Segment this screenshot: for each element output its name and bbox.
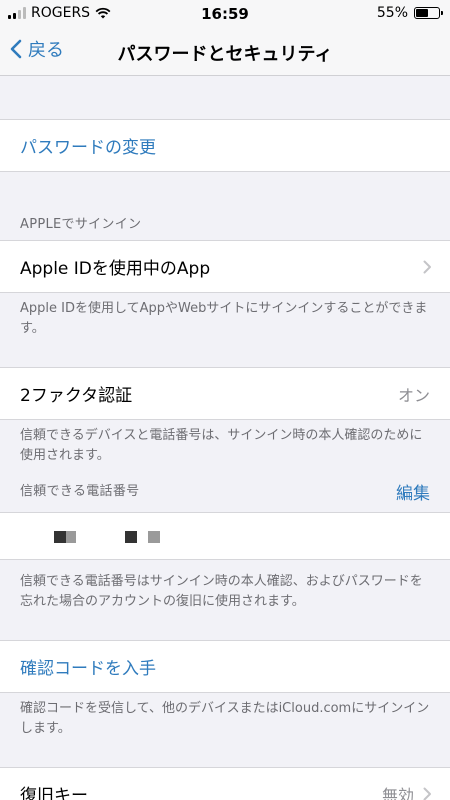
edit-button[interactable]: 編集 (396, 479, 430, 504)
recovery-key-row[interactable]: 復旧キー 無効 (0, 767, 450, 800)
trusted-phone-footer: 信頼できる電話番号はサインイン時の本人確認、およびパスワードを忘れた場合のアカウ… (20, 574, 423, 609)
status-right: 55% (376, 5, 443, 21)
recovery-key-label: 復旧キー (20, 786, 88, 800)
verification-footer: 確認コードを受信して、他のデバイスまたはiCloud.comにサインインします。 (20, 701, 430, 736)
redacted-block (54, 531, 66, 543)
battery-icon (414, 7, 443, 19)
redacted-block (66, 531, 76, 543)
redacted-block (125, 531, 137, 543)
change-password-button[interactable]: パスワードの変更 (0, 119, 450, 172)
navigation-bar: 戻る パスワードとセキュリティ (0, 28, 450, 76)
status-bar: ROGERS 16:59 55% (0, 0, 450, 28)
recovery-key-status: 無効 (381, 785, 414, 800)
apps-using-apple-id-row[interactable]: Apple IDを使用中のApp (0, 240, 450, 293)
get-verification-code-label: 確認コードを入手 (20, 659, 156, 679)
chevron-right-icon (423, 787, 431, 800)
redacted-block (148, 531, 160, 543)
apple-signin-footer: Apple IDを使用してAppやWebサイトにサインインすることができます。 (20, 301, 428, 336)
two-factor-status: オン (397, 385, 430, 405)
battery-fill (416, 9, 429, 17)
battery-percent: 55% (376, 5, 408, 21)
change-password-label: パスワードの変更 (20, 138, 156, 158)
chevron-right-icon (423, 260, 431, 273)
trusted-phone-header: 信頼できる電話番号 (20, 484, 140, 499)
two-factor-row[interactable]: 2ファクタ認証 オン (0, 367, 450, 420)
trusted-phone-row[interactable] (0, 512, 450, 560)
page-title: パスワードとセキュリティ (117, 44, 333, 65)
two-factor-label: 2ファクタ認証 (20, 386, 133, 406)
apple-signin-header: APPLEでサインイン (20, 217, 142, 232)
apps-using-apple-id-label: Apple IDを使用中のApp (20, 259, 211, 279)
two-factor-footer: 信頼できるデバイスと電話番号は、サインイン時の本人確認のために使用されます。 (20, 428, 423, 463)
get-verification-code-button[interactable]: 確認コードを入手 (0, 640, 450, 693)
